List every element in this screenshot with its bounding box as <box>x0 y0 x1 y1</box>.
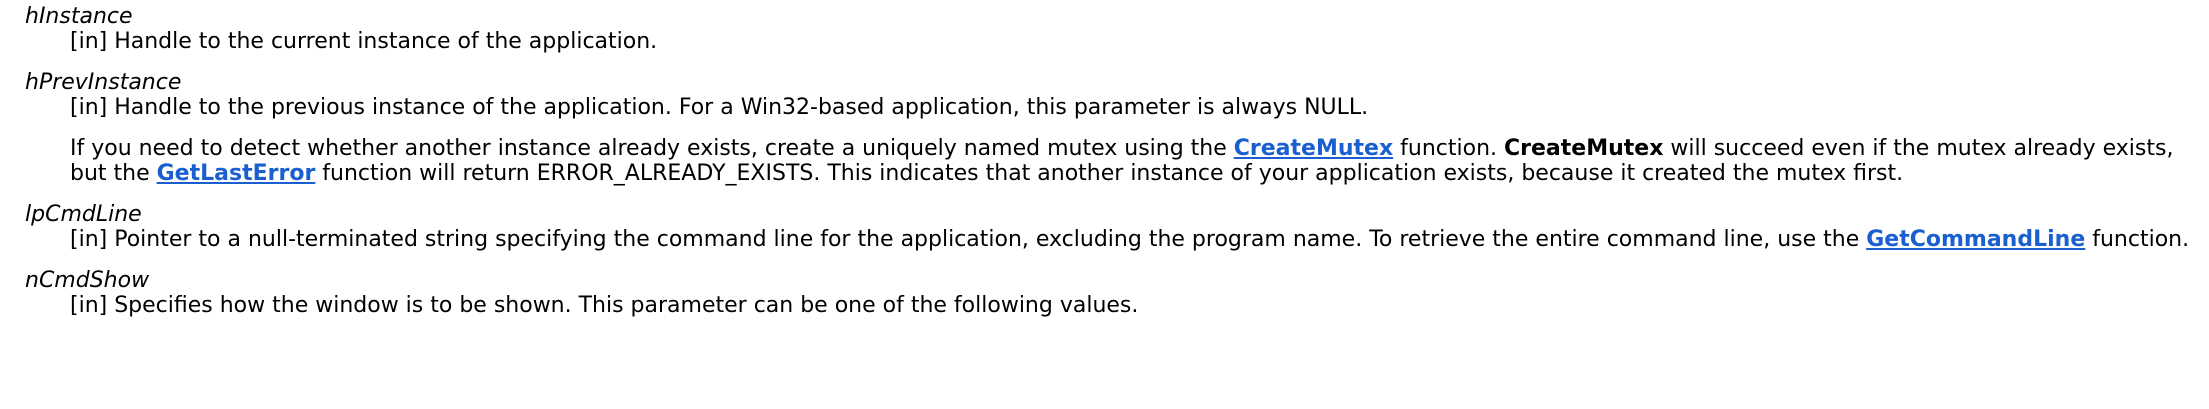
note-text-2: function. <box>1393 136 1505 161</box>
getlasterror-link[interactable]: GetLastError <box>157 161 316 186</box>
param-desc-ncmdshow: [in] Specifies how the window is to be s… <box>70 293 2209 318</box>
hprevinstance-note: If you need to detect whether another in… <box>70 136 2209 186</box>
param-name-hprevinstance: hPrevInstance <box>25 70 182 95</box>
parameter-list: hInstance [in] Handle to the current ins… <box>0 0 2189 318</box>
getcommandline-link[interactable]: GetCommandLine <box>1866 227 2085 252</box>
hinstance-description: [in] Handle to the current instance of t… <box>70 29 658 54</box>
param-name-ncmdshow: nCmdShow <box>25 268 150 293</box>
note-text-1: If you need to detect whether another in… <box>70 136 1234 161</box>
param-name-hinstance: hInstance <box>25 4 133 29</box>
createmutex-link[interactable]: CreateMutex <box>1234 136 1393 161</box>
note-text-4: function will return ERROR_ALREADY_EXIST… <box>315 161 1904 186</box>
ncmdshow-description: [in] Specifies how the window is to be s… <box>70 293 1139 318</box>
createmutex-strong: CreateMutex <box>1504 136 1664 161</box>
param-desc-hinstance: [in] Handle to the current instance of t… <box>70 29 2209 54</box>
lpcmdline-description: [in] Pointer to a null-terminated string… <box>70 227 2209 252</box>
lpcmdline-text-2: function. <box>2085 227 2190 252</box>
param-name-lpcmdline: lpCmdLine <box>25 202 142 227</box>
param-desc-hprevinstance: [in] Handle to the previous instance of … <box>70 95 2209 186</box>
lpcmdline-text-1: [in] Pointer to a null-terminated string… <box>70 227 1867 252</box>
param-desc-lpcmdline: [in] Pointer to a null-terminated string… <box>70 227 2209 252</box>
hprevinstance-description: [in] Handle to the previous instance of … <box>70 95 1369 120</box>
